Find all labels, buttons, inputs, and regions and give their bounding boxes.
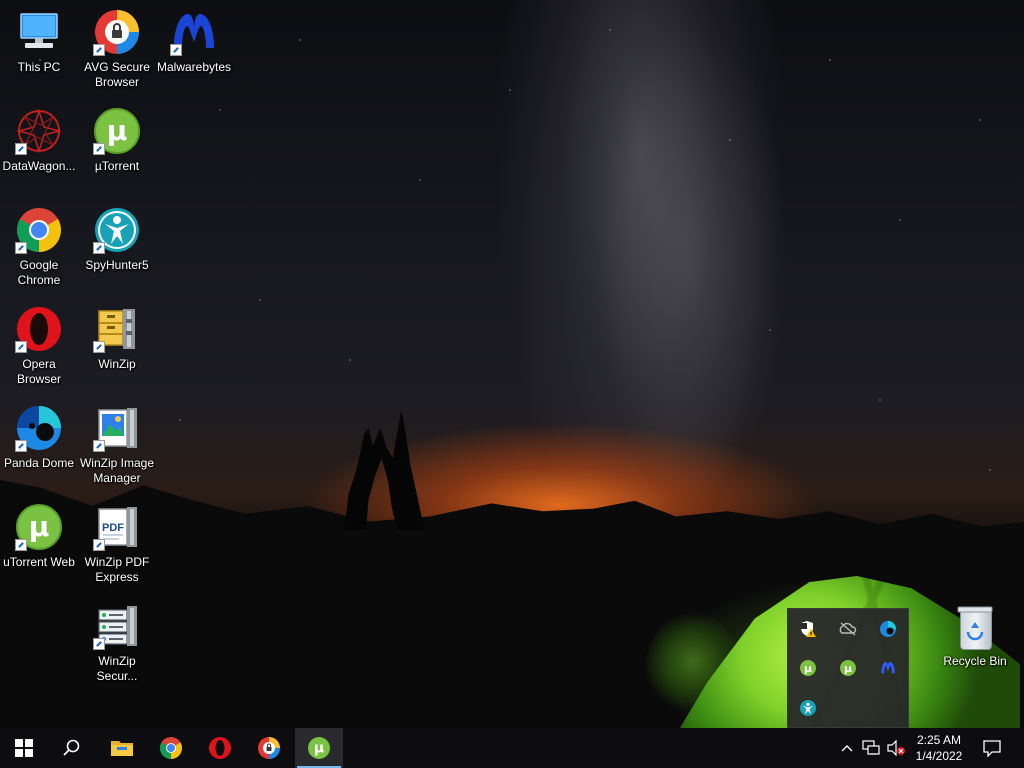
volume-tray-button[interactable] xyxy=(884,728,908,768)
desktop-icon-label: SpyHunter5 xyxy=(85,258,149,272)
taskbar-clock[interactable]: 2:25 AM 1/4/2022 xyxy=(908,728,970,768)
svg-text:µ: µ xyxy=(107,114,128,147)
taskbar-opera[interactable] xyxy=(196,728,244,768)
desktop-icon-label: AVG Secure Browser xyxy=(84,60,150,89)
taskbar-utorrent[interactable]: µ xyxy=(295,728,343,768)
desktop-icon-label: Google Chrome xyxy=(17,258,61,287)
windows-security-warning-icon[interactable] xyxy=(788,609,828,649)
desktop-icon-label: Recycle Bin xyxy=(943,654,1007,668)
onedrive-offline-icon[interactable] xyxy=(828,609,868,649)
volume-muted-icon xyxy=(887,740,905,756)
shortcut-arrow-icon xyxy=(93,539,105,551)
desktop-icon-label: WinZip PDF Express xyxy=(84,555,150,584)
desktop-icon-utorrent[interactable]: µ µTorrent xyxy=(79,101,155,199)
shortcut-arrow-icon xyxy=(170,44,182,56)
shortcut-arrow-icon xyxy=(15,143,27,155)
desktop-icon-winzip-pdf-express[interactable]: PDF WinZip PDF Express xyxy=(79,497,155,595)
computer-icon xyxy=(15,8,63,56)
desktop-icon-this-pc[interactable]: This PC xyxy=(1,2,77,100)
desktop-icon-label: WinZip Image Manager xyxy=(79,456,155,485)
opera-icon xyxy=(15,305,63,353)
search-button[interactable] xyxy=(48,728,96,768)
clock-time: 2:25 AM xyxy=(916,733,962,747)
taskbar-google-chrome[interactable] xyxy=(147,728,195,768)
shortcut-arrow-icon xyxy=(15,539,27,551)
desktop-icon-label: Panda Dome xyxy=(3,456,75,470)
start-button[interactable] xyxy=(0,728,48,768)
taskbar-file-explorer[interactable] xyxy=(98,728,146,768)
desktop-icon-avg-secure-browser[interactable]: AVG Secure Browser xyxy=(79,2,155,100)
shortcut-arrow-icon xyxy=(15,440,27,452)
shortcut-arrow-icon xyxy=(93,242,105,254)
winzip-secure-icon xyxy=(93,602,141,650)
utorrent-icon: µ xyxy=(308,737,330,759)
desktop-icon-label: This PC xyxy=(17,60,61,74)
winzip-image-manager-icon xyxy=(93,404,141,452)
desktop-icon-label: uTorrent Web xyxy=(3,555,75,569)
desktop-icon-label: Opera Browser xyxy=(16,357,61,386)
svg-text:µ: µ xyxy=(314,741,324,757)
utorrent-icon: µ xyxy=(93,107,141,155)
shortcut-arrow-icon xyxy=(93,638,105,650)
taskbar: µ 2:25 AM 1/4/2022 xyxy=(0,728,1024,768)
clock-date: 1/4/2022 xyxy=(915,749,963,763)
shortcut-arrow-icon xyxy=(93,44,105,56)
search-icon xyxy=(63,739,80,756)
desktop-icon-datawagon[interactable]: DataWagon... xyxy=(1,101,77,199)
network-icon xyxy=(862,740,880,755)
recycle-bin-icon xyxy=(951,602,999,650)
desktop-icon-label: WinZip xyxy=(98,357,136,371)
malwarebytes-icon xyxy=(170,8,218,56)
desktop-icon-malwarebytes[interactable]: Malwarebytes xyxy=(156,2,232,100)
desktop-icon-winzip[interactable]: WinZip xyxy=(79,299,155,397)
desktop-icon-utorrent-web[interactable]: µ uTorrent Web xyxy=(1,497,77,595)
spyhunter-icon xyxy=(93,206,141,254)
shortcut-arrow-icon xyxy=(93,341,105,353)
chrome-icon xyxy=(160,737,182,759)
utorrent-tray-icon[interactable]: µ xyxy=(828,648,868,688)
utorrent-web-tray-icon[interactable]: µ xyxy=(788,648,828,688)
svg-text:µ: µ xyxy=(844,662,852,675)
shortcut-arrow-icon xyxy=(93,440,105,452)
svg-text:µ: µ xyxy=(29,510,50,543)
desktop-icon-label: WinZip Secur... xyxy=(96,654,138,683)
notifications-icon xyxy=(983,740,1001,757)
avg-browser-icon xyxy=(93,8,141,56)
shortcut-arrow-icon xyxy=(15,341,27,353)
datawagon-icon xyxy=(15,107,63,155)
shortcut-arrow-icon xyxy=(93,143,105,155)
desktop-icon-winzip-secure[interactable]: WinZip Secur... xyxy=(79,596,155,694)
avg-browser-icon xyxy=(258,737,280,759)
opera-icon xyxy=(209,737,231,759)
desktop-icon-panda-dome[interactable]: Panda Dome xyxy=(1,398,77,496)
winzip-pdf-icon: PDF xyxy=(93,503,141,551)
utorrent-web-icon: µ xyxy=(15,503,63,551)
desktop-icon-label: µTorrent xyxy=(94,159,140,173)
desktop-icon-label: DataWagon... xyxy=(2,159,76,173)
chevron-up-icon xyxy=(841,745,853,752)
malwarebytes-tray-icon[interactable] xyxy=(868,648,908,688)
file-explorer-icon xyxy=(111,741,133,756)
taskbar-avg-secure-browser[interactable] xyxy=(245,728,293,768)
desktop-icon-winzip-image-manager[interactable]: WinZip Image Manager xyxy=(79,398,155,496)
winzip-icon xyxy=(93,305,141,353)
svg-text:µ: µ xyxy=(804,662,812,675)
action-center-button[interactable] xyxy=(975,728,1009,768)
panda-dome-tray-icon[interactable] xyxy=(868,609,908,649)
panda-dome-icon xyxy=(15,404,63,452)
desktop-icon-label: Malwarebytes xyxy=(156,60,232,74)
chrome-icon xyxy=(15,206,63,254)
shortcut-arrow-icon xyxy=(15,242,27,254)
desktop[interactable]: This PC DataWagon... Google Chrome Opera… xyxy=(0,0,1024,728)
windows-logo-icon xyxy=(15,739,33,757)
spyhunter-tray-icon[interactable] xyxy=(788,688,828,728)
desktop-icon-spyhunter5[interactable]: SpyHunter5 xyxy=(79,200,155,298)
show-hidden-icons-button[interactable] xyxy=(836,728,858,768)
desktop-icon-opera-browser[interactable]: Opera Browser xyxy=(1,299,77,397)
network-tray-button[interactable] xyxy=(859,728,883,768)
tray-overflow-panel: µ µ xyxy=(787,608,909,728)
svg-text:PDF: PDF xyxy=(102,522,124,534)
desktop-icon-google-chrome[interactable]: Google Chrome xyxy=(1,200,77,298)
desktop-icon-recycle-bin[interactable]: Recycle Bin xyxy=(937,596,1013,694)
